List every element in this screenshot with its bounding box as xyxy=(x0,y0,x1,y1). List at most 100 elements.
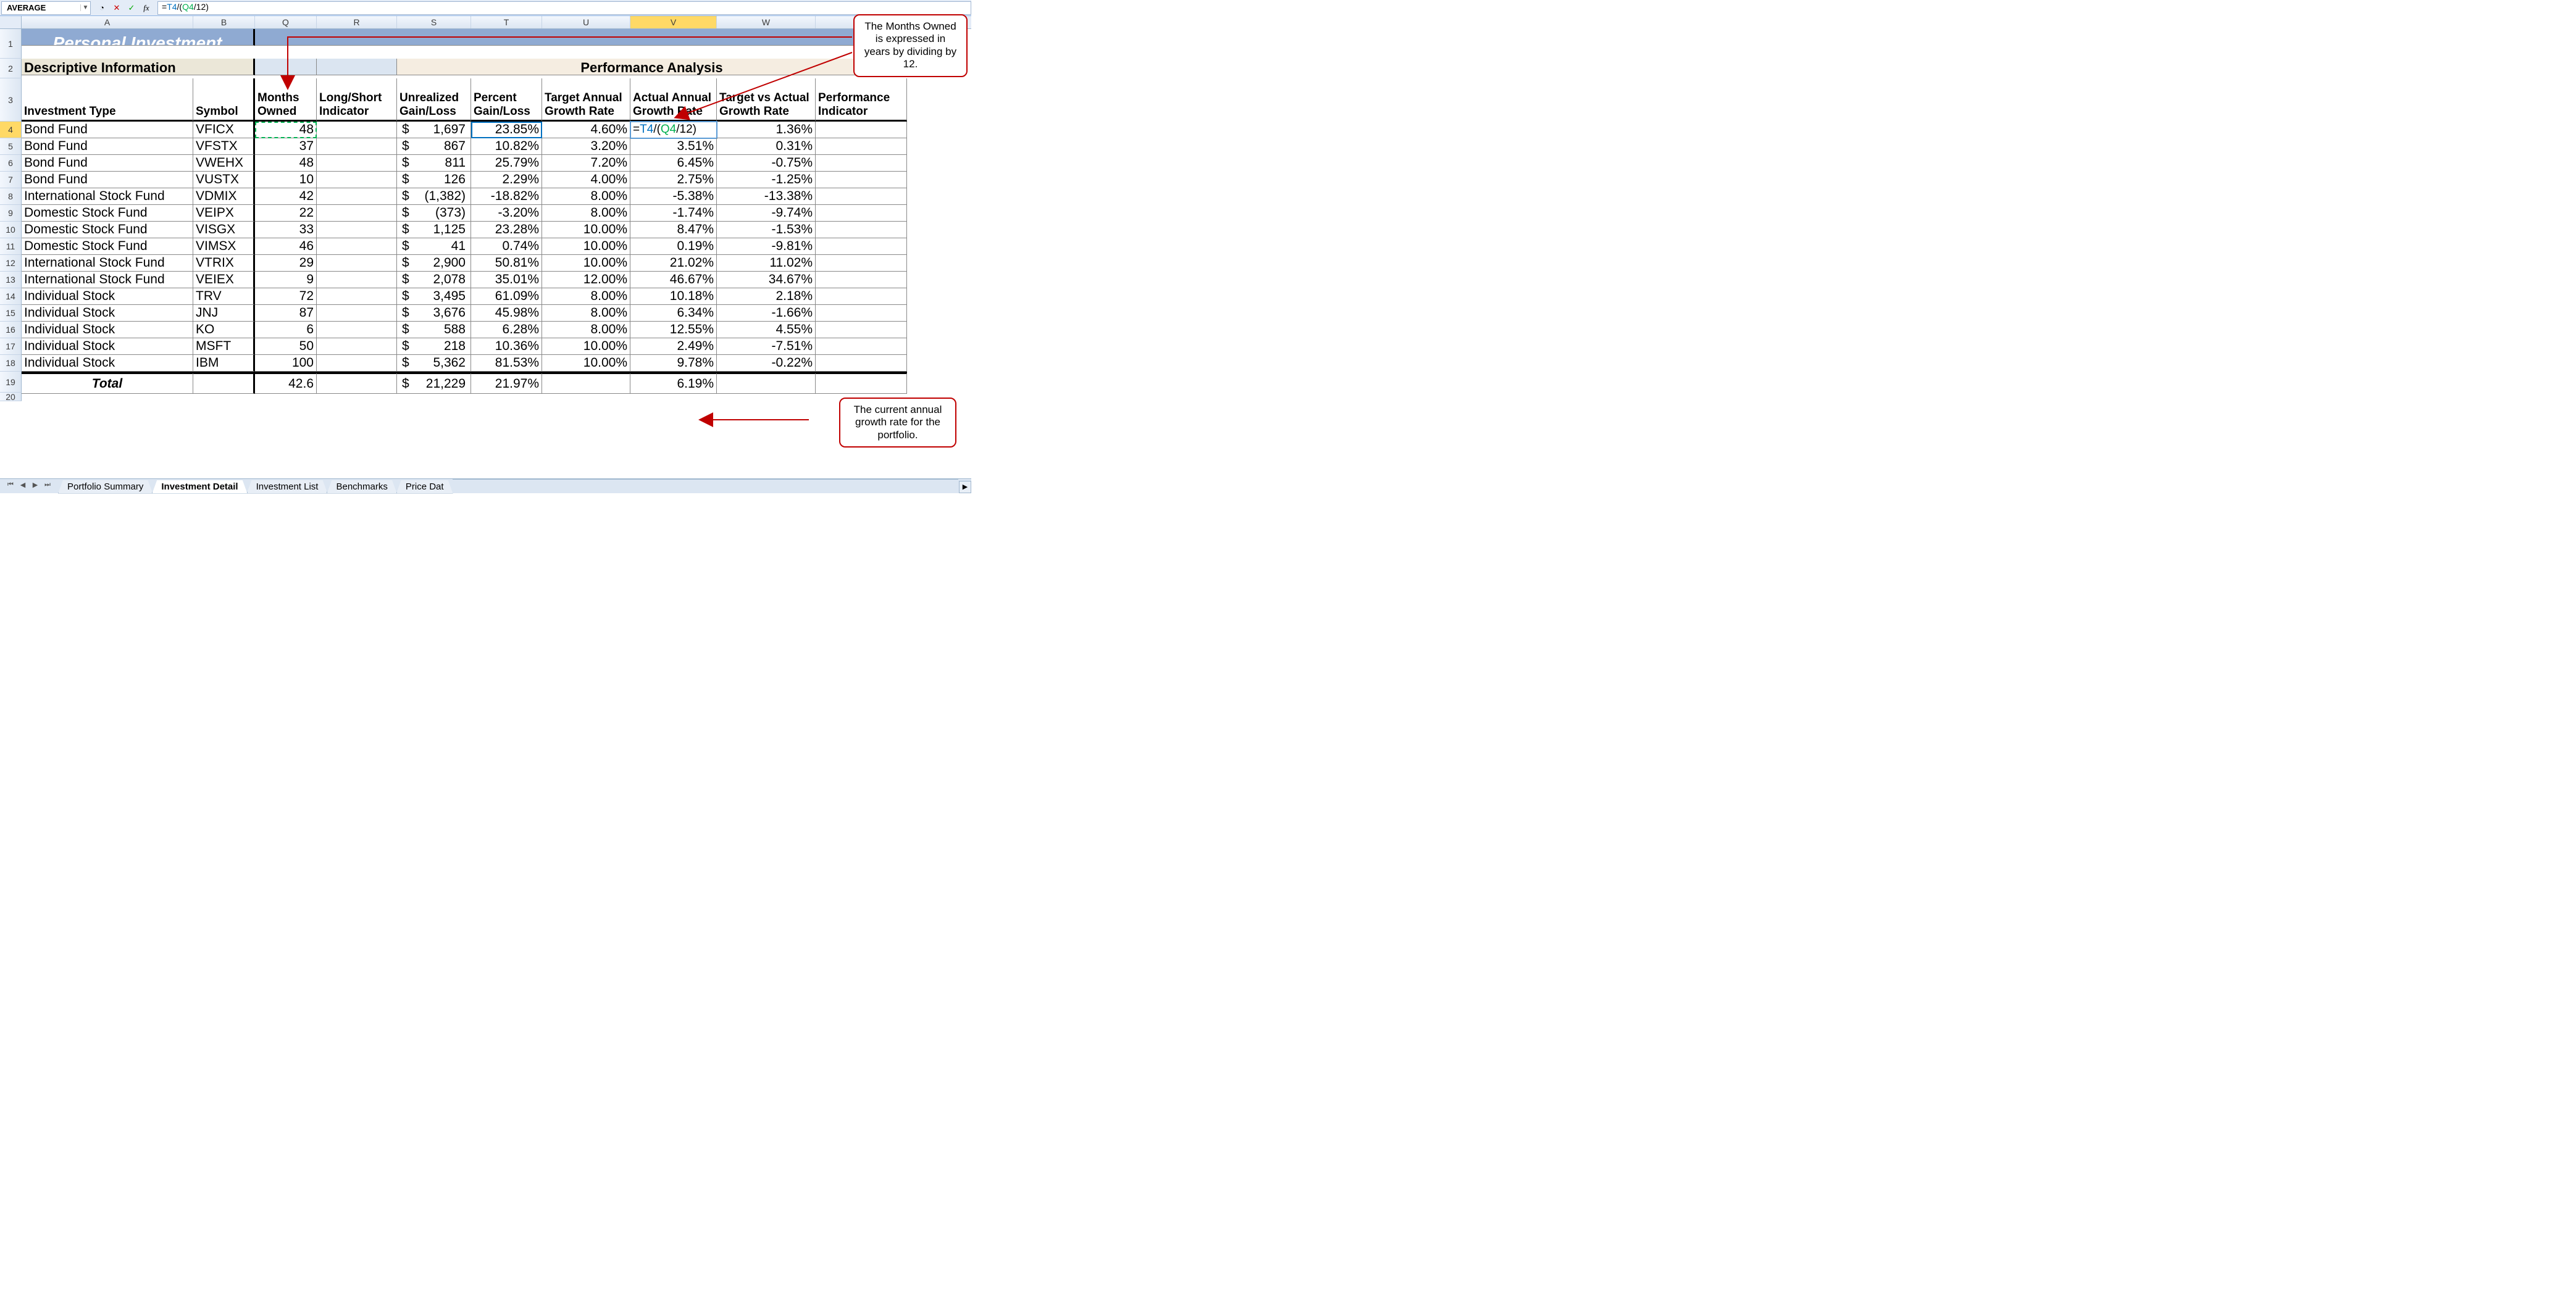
row-header-16[interactable]: 16 xyxy=(0,322,22,338)
tab-next-icon[interactable]: ▶ xyxy=(30,481,41,492)
cell-W14[interactable]: 2.18% xyxy=(717,288,816,305)
cell-R14[interactable] xyxy=(317,288,397,305)
cell-S7[interactable]: $126 xyxy=(397,172,471,188)
cell-U6[interactable]: 7.20% xyxy=(542,155,630,172)
cell-T15[interactable]: 45.98% xyxy=(471,305,542,322)
col-header-R[interactable]: R xyxy=(317,16,397,28)
row-header-19[interactable]: 19 xyxy=(0,372,22,393)
cell-W11[interactable]: -9.81% xyxy=(717,238,816,255)
cell-B8[interactable]: VDMIX xyxy=(193,188,255,205)
cell-A4[interactable]: Bond Fund xyxy=(22,122,193,138)
cell-V17[interactable]: 2.49% xyxy=(630,338,717,355)
cell-T18[interactable]: 81.53% xyxy=(471,355,542,372)
row-header-3[interactable]: 3 xyxy=(0,78,22,122)
cell-T16[interactable]: 6.28% xyxy=(471,322,542,338)
cell-B10[interactable]: VISGX xyxy=(193,222,255,238)
cell-B11[interactable]: VIMSX xyxy=(193,238,255,255)
cell-B6[interactable]: VWEHX xyxy=(193,155,255,172)
cell-T8[interactable]: -18.82% xyxy=(471,188,542,205)
tab-last-icon[interactable]: ⏭ xyxy=(42,481,53,492)
cell-T6[interactable]: 25.79% xyxy=(471,155,542,172)
cell-T9[interactable]: -3.20% xyxy=(471,205,542,222)
cell-U17[interactable]: 10.00% xyxy=(542,338,630,355)
cell-X15[interactable] xyxy=(816,305,907,322)
cell-U7[interactable]: 4.00% xyxy=(542,172,630,188)
tab-first-icon[interactable]: ⏮ xyxy=(5,481,16,492)
cell-Q14[interactable]: 72 xyxy=(255,288,317,305)
col-header-Q[interactable]: Q xyxy=(255,16,317,28)
row-header-9[interactable]: 9 xyxy=(0,205,22,222)
cell-U11[interactable]: 10.00% xyxy=(542,238,630,255)
cell-Q17[interactable]: 50 xyxy=(255,338,317,355)
cell-B18[interactable]: IBM xyxy=(193,355,255,372)
col-header-A[interactable]: A xyxy=(22,16,193,28)
cell-Q10[interactable]: 33 xyxy=(255,222,317,238)
cell-A18[interactable]: Individual Stock xyxy=(22,355,193,372)
cell-V7[interactable]: 2.75% xyxy=(630,172,717,188)
col-header-V[interactable]: V xyxy=(630,16,717,28)
cell-B17[interactable]: MSFT xyxy=(193,338,255,355)
cell-S14[interactable]: $3,495 xyxy=(397,288,471,305)
cell-R15[interactable] xyxy=(317,305,397,322)
cell-W16[interactable]: 4.55% xyxy=(717,322,816,338)
col-header-B[interactable]: B xyxy=(193,16,255,28)
sheet-tab-portfolio-summary[interactable]: Portfolio Summary xyxy=(58,480,153,494)
row-header-7[interactable]: 7 xyxy=(0,172,22,188)
cell-T14[interactable]: 61.09% xyxy=(471,288,542,305)
select-all-corner[interactable] xyxy=(0,16,22,28)
cell-S11[interactable]: $41 xyxy=(397,238,471,255)
cell-V4-editing[interactable]: =T4/(Q4/12) xyxy=(630,122,717,138)
cell-R6[interactable] xyxy=(317,155,397,172)
cell-T12[interactable]: 50.81% xyxy=(471,255,542,272)
sheet-tab-investment-list[interactable]: Investment List xyxy=(247,480,328,494)
cell-V14[interactable]: 10.18% xyxy=(630,288,717,305)
cell-A9[interactable]: Domestic Stock Fund xyxy=(22,205,193,222)
cell-R12[interactable] xyxy=(317,255,397,272)
cell-R4[interactable] xyxy=(317,122,397,138)
cell-A10[interactable]: Domestic Stock Fund xyxy=(22,222,193,238)
cell-B16[interactable]: KO xyxy=(193,322,255,338)
cell-T5[interactable]: 10.82% xyxy=(471,138,542,155)
sheet-tab-benchmarks[interactable]: Benchmarks xyxy=(327,480,396,494)
cell-Q12[interactable]: 29 xyxy=(255,255,317,272)
cancel-icon[interactable]: ✕ xyxy=(112,3,122,13)
cell-V16[interactable]: 12.55% xyxy=(630,322,717,338)
cell-X5[interactable] xyxy=(816,138,907,155)
row-header-17[interactable]: 17 xyxy=(0,338,22,355)
cell-Q16[interactable]: 6 xyxy=(255,322,317,338)
cell-X9[interactable] xyxy=(816,205,907,222)
cell-S12[interactable]: $2,900 xyxy=(397,255,471,272)
horizontal-scroll-right-icon[interactable]: ▶ xyxy=(959,481,971,493)
cell-U8[interactable]: 8.00% xyxy=(542,188,630,205)
cell-V6[interactable]: 6.45% xyxy=(630,155,717,172)
cell-A15[interactable]: Individual Stock xyxy=(22,305,193,322)
cell-U9[interactable]: 8.00% xyxy=(542,205,630,222)
cell-S6[interactable]: $811 xyxy=(397,155,471,172)
row-header-15[interactable]: 15 xyxy=(0,305,22,322)
cell-B14[interactable]: TRV xyxy=(193,288,255,305)
cell-T11[interactable]: 0.74% xyxy=(471,238,542,255)
cell-A11[interactable]: Domestic Stock Fund xyxy=(22,238,193,255)
name-box-dropdown-icon[interactable]: ▼ xyxy=(80,4,90,11)
cell-X11[interactable] xyxy=(816,238,907,255)
row-header-11[interactable]: 11 xyxy=(0,238,22,255)
cell-R11[interactable] xyxy=(317,238,397,255)
cell-B9[interactable]: VEIPX xyxy=(193,205,255,222)
cell-X7[interactable] xyxy=(816,172,907,188)
cell-X14[interactable] xyxy=(816,288,907,305)
row-header-18[interactable]: 18 xyxy=(0,355,22,372)
cell-Q15[interactable]: 87 xyxy=(255,305,317,322)
cell-X8[interactable] xyxy=(816,188,907,205)
cell-S5[interactable]: $867 xyxy=(397,138,471,155)
row-header-14[interactable]: 14 xyxy=(0,288,22,305)
sheet-tab-price-dat[interactable]: Price Dat xyxy=(396,480,453,494)
cell-A5[interactable]: Bond Fund xyxy=(22,138,193,155)
cell-Q13[interactable]: 9 xyxy=(255,272,317,288)
cell-W12[interactable]: 11.02% xyxy=(717,255,816,272)
cell-X17[interactable] xyxy=(816,338,907,355)
cell-W4[interactable]: 1.36% xyxy=(717,122,816,138)
name-box[interactable]: AVERAGE ▼ xyxy=(1,1,91,15)
cell-X18[interactable] xyxy=(816,355,907,372)
cell-S13[interactable]: $2,078 xyxy=(397,272,471,288)
cell-W15[interactable]: -1.66% xyxy=(717,305,816,322)
